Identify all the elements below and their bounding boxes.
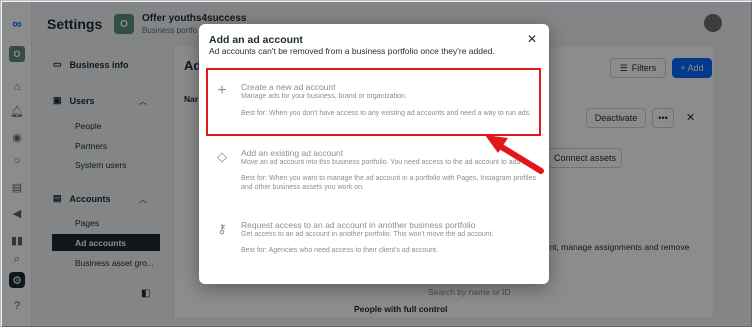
app-window: ∞ O ⌂ 🔔︎ ◉ ○ ▤ ◀ ▮▮ ⌕ ⚙ ? Settings O Off… [0,0,752,327]
annotation-arrow [485,135,544,174]
